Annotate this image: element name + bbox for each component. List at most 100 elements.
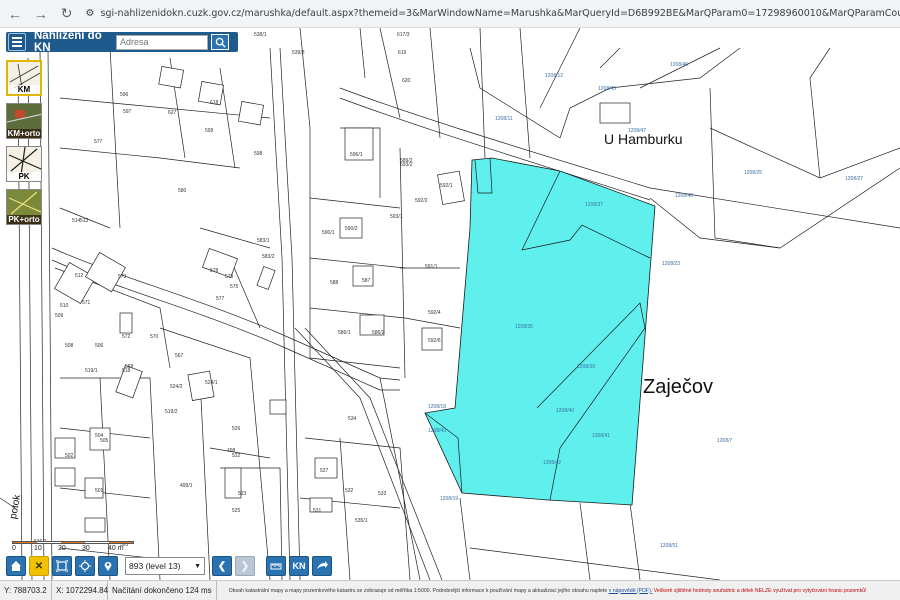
parcel-number: 580	[178, 188, 187, 194]
layer-km-orto-button[interactable]: KM+orto	[6, 103, 42, 139]
help-pdf-link[interactable]: v nápovědě (PDF).	[609, 588, 653, 594]
parcel-number: 599	[205, 128, 214, 134]
chevron-left-icon: ❮	[217, 560, 227, 572]
parcel-number: 571	[82, 300, 91, 306]
parcel-number: 523	[238, 491, 247, 497]
parcel-number: 575	[230, 284, 239, 290]
search-icon	[215, 37, 226, 48]
layer-pk-orto-label: PK+orto	[7, 215, 41, 224]
parcel-number: 573	[118, 274, 127, 280]
forward-icon[interactable]: →	[30, 3, 52, 25]
parcel-number: 1208/51	[660, 543, 679, 549]
marker-button[interactable]	[98, 556, 118, 576]
browser-toolbar: ← → ↻ ⚙ sgi-nahlizenidokn.cuzk.gov.cz/ma…	[0, 0, 900, 28]
parcel-number: 539/3	[292, 50, 305, 56]
parcel-number: 524/2	[170, 384, 183, 390]
app-header: Nahlížení do KN	[6, 30, 238, 54]
parcel-number: 1208/27	[845, 176, 864, 182]
layer-km-button[interactable]: KM	[6, 60, 42, 96]
parcel-number: 538/1	[254, 32, 267, 38]
chevron-right-icon: ❯	[240, 560, 250, 572]
parcel-number: 519/1	[85, 368, 98, 374]
parcel-number: 591/1	[425, 264, 438, 270]
parcel-number: 1208/25	[744, 170, 763, 176]
parcel-number: 534	[348, 416, 357, 422]
home-button[interactable]	[6, 556, 26, 576]
parcel-number: 526	[232, 426, 241, 432]
address-search-input[interactable]	[116, 34, 208, 50]
parcel-number: 1208/43	[428, 428, 447, 434]
back-icon[interactable]: ←	[4, 3, 26, 25]
scale-tick: 30	[82, 545, 90, 552]
map-pin-icon	[104, 562, 112, 571]
scale-bar-graphic	[12, 541, 134, 544]
hamburger-menu-icon[interactable]	[8, 33, 26, 51]
measure-button[interactable]	[266, 556, 286, 576]
layer-km-label: KM	[8, 85, 40, 94]
parcel-number: 597	[123, 109, 132, 115]
x-coordinate: X: 1072294.84	[52, 581, 108, 600]
locate-button[interactable]	[75, 556, 95, 576]
parcel-number: 586/2	[372, 330, 385, 336]
parcel-number: 592/2	[415, 198, 428, 204]
parcel-number: 533	[378, 491, 387, 497]
address-bar[interactable]: ⚙ sgi-nahlizenidokn.cuzk.gov.cz/marushka…	[86, 8, 900, 19]
land-register-thumbnail-icon	[8, 147, 41, 176]
parcel-number: 512	[75, 273, 84, 279]
parcel-number: 589/2	[400, 158, 413, 164]
parcel-number: 1208/19	[440, 496, 459, 502]
url-text: sgi-nahlizenidokn.cuzk.gov.cz/marushka/d…	[100, 8, 900, 19]
parcel-number: 1208/41	[592, 433, 611, 439]
parcel-number: 508	[65, 343, 74, 349]
share-button[interactable]	[312, 556, 332, 576]
status-bar: Y: 788703.2 X: 1072294.84 Načítání dokon…	[0, 580, 900, 600]
place-label: Zaječov	[643, 376, 714, 398]
search-button[interactable]	[211, 34, 229, 50]
parcel-number: 578	[210, 268, 219, 274]
parcel-number: 598	[254, 151, 263, 157]
parcel-number: 519/2	[165, 409, 178, 415]
parcel-number: 590/2	[345, 226, 358, 232]
parcel-number: 510	[60, 303, 69, 309]
y-coordinate: Y: 788703.2	[0, 581, 52, 600]
cadastral-map[interactable]: 1208/37 1208/35 1208/39 1208/40 1208/41 1208/…	[0, 28, 900, 580]
zoom-box-button[interactable]	[52, 556, 72, 576]
previous-view-button[interactable]: ❮	[212, 556, 232, 576]
parcel-number: 1208/11	[495, 116, 513, 122]
orthophoto-thumbnail-icon	[7, 104, 41, 132]
parcel-number: 506	[95, 343, 104, 349]
layer-pk-button[interactable]: PK	[6, 146, 42, 182]
highlighted-parcel	[424, 157, 656, 506]
parcel-number: 1208/35	[515, 324, 534, 330]
scale-tick: 10	[34, 545, 42, 552]
parcel-number: 509	[55, 313, 64, 319]
chevron-down-icon: ▼	[194, 562, 201, 570]
app-title: Nahlížení do KN	[34, 30, 102, 54]
parcel-number: 504	[95, 433, 104, 439]
parcel-number: 518	[122, 368, 131, 374]
info-message: Obsah katastrální mapy a mapy pozemkovéh…	[228, 587, 608, 594]
parcel-number: 525	[232, 508, 241, 514]
parcel-number: 572	[122, 334, 131, 340]
parcel-number: 1208/18	[428, 404, 447, 410]
parcel-number: 592/6	[428, 338, 441, 344]
parcel-number: 570	[150, 334, 159, 340]
locality-label: U Hamburku	[604, 131, 683, 147]
zoom-level-value: 893 (level 13)	[129, 561, 181, 571]
parcel-number: 532	[345, 488, 354, 494]
parcel-number: 618	[210, 100, 219, 106]
clear-selection-button[interactable]: ✕	[29, 556, 49, 576]
parcel-number: 502	[65, 453, 74, 459]
next-view-button[interactable]: ❯	[235, 556, 255, 576]
parcel-number: 1208/39	[577, 364, 596, 370]
warning-message: Veškeré zjištěné hodnoty souřadnic a dél…	[653, 587, 867, 594]
reload-icon[interactable]: ↻	[56, 3, 78, 25]
load-status: Načítání dokončeno 124 ms	[108, 581, 217, 600]
kn-info-button[interactable]: KN	[289, 556, 309, 576]
parcel-number: 627	[168, 110, 177, 116]
zoom-level-select[interactable]: 893 (level 13) ▼	[125, 557, 205, 575]
site-info-icon[interactable]: ⚙	[86, 8, 95, 19]
parcel-number: 596	[120, 92, 129, 98]
layer-pk-orto-button[interactable]: PK+orto	[6, 189, 42, 225]
parcel-number: 588	[330, 280, 339, 286]
